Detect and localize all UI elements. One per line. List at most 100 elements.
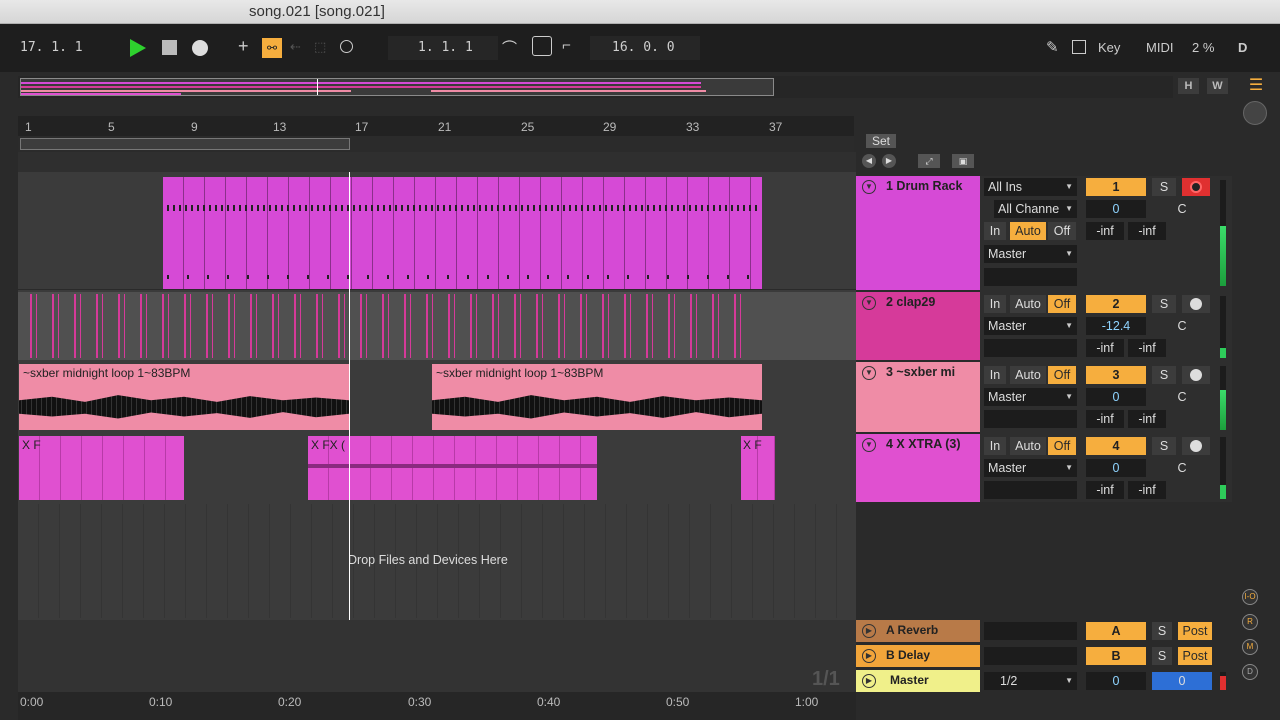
track-header[interactable]: ▼ 2 clap29 (856, 292, 980, 360)
track-header[interactable]: ▼ 3 ~sxber mi (856, 362, 980, 432)
volume-field[interactable]: -12.4 (1086, 317, 1146, 335)
audio-clip[interactable]: ~sxber midnight loop 1~83BPM (432, 364, 762, 430)
track-activator[interactable]: 2 (1086, 295, 1146, 313)
volume-field[interactable]: 0 (1086, 388, 1146, 406)
monitor-in-button[interactable]: In (984, 366, 1006, 384)
draw-mode-icon[interactable]: ✎ (1046, 38, 1059, 56)
output-channel-select[interactable] (984, 268, 1077, 286)
next-locator-icon[interactable]: ▶ (882, 154, 896, 168)
punch-in-icon[interactable]: ⌒ (502, 37, 517, 58)
audio-clip[interactable]: ~sxber midnight loop 1~83BPM (19, 364, 349, 430)
fold-icon[interactable]: ▼ (862, 296, 876, 310)
fold-icon[interactable]: ▶ (862, 674, 876, 688)
monitor-auto-button[interactable]: Auto (1010, 222, 1046, 240)
solo-button[interactable]: S (1152, 295, 1176, 313)
output-channel-select[interactable] (984, 339, 1077, 357)
return-activator[interactable]: B (1086, 647, 1146, 665)
return-track-header[interactable]: ▶ A Reverb (856, 620, 980, 642)
prev-locator-icon[interactable]: ◀ (862, 154, 876, 168)
monitor-auto-button[interactable]: Auto (1010, 295, 1046, 313)
follow-icon[interactable]: ⤢ (918, 154, 940, 168)
master-pan-field[interactable]: 0 (1152, 672, 1212, 690)
track-name[interactable]: B Delay (886, 648, 930, 662)
solo-button[interactable]: S (1152, 647, 1172, 665)
optimize-width-button[interactable]: W (1207, 78, 1228, 94)
lock-icon[interactable]: ▣ (952, 154, 974, 168)
fold-icon[interactable]: ▼ (862, 366, 876, 380)
output-select[interactable]: Master (984, 245, 1077, 263)
output-channel-select[interactable] (984, 481, 1077, 499)
record-icon[interactable] (192, 40, 208, 56)
capture-icon[interactable]: ⬚ (314, 39, 326, 55)
audio-clip-transients[interactable] (20, 294, 750, 358)
solo-button[interactable]: S (1152, 366, 1176, 384)
volume-field[interactable]: 0 (1086, 200, 1146, 218)
fold-icon[interactable]: ▶ (862, 624, 876, 638)
pan-field[interactable]: C (1152, 459, 1212, 477)
monitor-off-button[interactable]: Off (1048, 222, 1076, 240)
fold-icon[interactable]: ▼ (862, 438, 876, 452)
automation-arm-icon[interactable]: ⚯ (262, 38, 282, 58)
play-icon[interactable] (130, 39, 146, 57)
time-ruler[interactable]: 0:00 0:10 0:20 0:30 0:40 0:50 1:00 (18, 692, 856, 720)
track-name[interactable]: 1 Drum Rack (886, 179, 962, 193)
arm-button[interactable] (1182, 295, 1210, 313)
track-header[interactable]: ▼ 1 Drum Rack (856, 176, 980, 290)
track-header[interactable]: ▼ 4 X XTRA (3) (856, 434, 980, 502)
monitor-auto-button[interactable]: Auto (1010, 366, 1046, 384)
track-activator[interactable]: 3 (1086, 366, 1146, 384)
add-icon[interactable]: + (238, 36, 249, 57)
monitor-off-button[interactable]: Off (1048, 437, 1076, 455)
loop-bar[interactable] (18, 136, 854, 152)
scroll-toggle-icon[interactable] (1243, 101, 1267, 125)
key-map-button[interactable]: Key (1098, 40, 1120, 55)
set-locator-button[interactable]: Set (866, 134, 896, 148)
arm-button[interactable] (1182, 178, 1210, 196)
post-button[interactable]: Post (1178, 647, 1212, 665)
solo-button[interactable]: S (1152, 437, 1176, 455)
returns-toggle-icon[interactable]: R (1242, 614, 1258, 630)
optimize-height-button[interactable]: H (1178, 78, 1199, 94)
monitor-off-button[interactable]: Off (1048, 295, 1076, 313)
fold-icon[interactable]: ▼ (862, 180, 876, 194)
output-channel-select[interactable] (984, 410, 1077, 428)
output-select[interactable]: Master (984, 388, 1077, 406)
monitor-in-button[interactable]: In (984, 295, 1006, 313)
audio-clip[interactable]: X FX ( (308, 436, 597, 500)
audio-clip[interactable]: X F (19, 436, 184, 500)
scrub-area[interactable] (18, 152, 856, 172)
pan-field[interactable]: C (1152, 388, 1212, 406)
audio-clip[interactable]: X F (741, 436, 775, 500)
monitor-auto-button[interactable]: Auto (1010, 437, 1046, 455)
track-activator[interactable]: 1 (1086, 178, 1146, 196)
input-type-select[interactable]: All Ins (984, 178, 1077, 196)
loop-length[interactable]: 16. 0. 0 (612, 40, 675, 55)
mixer-toggle-icon[interactable]: M (1242, 639, 1258, 655)
master-track-header[interactable]: ▶ Master (856, 670, 980, 692)
return-activator[interactable]: A (1086, 622, 1146, 640)
computer-keyboard-icon[interactable] (1072, 40, 1086, 54)
track-name[interactable]: 4 X XTRA (3) (886, 437, 961, 451)
delay-toggle-icon[interactable]: D (1242, 664, 1258, 680)
track-activator[interactable]: 4 (1086, 437, 1146, 455)
beat-time-ruler[interactable]: 1 5 9 13 17 21 25 29 33 37 (18, 116, 854, 136)
track-name[interactable]: Master (890, 673, 929, 687)
master-volume-field[interactable]: 0 (1086, 672, 1146, 690)
output-select[interactable] (984, 622, 1077, 640)
solo-button[interactable]: S (1152, 178, 1176, 196)
volume-field[interactable]: 0 (1086, 459, 1146, 477)
arrangement-position[interactable]: 17. 1. 1 (20, 40, 83, 55)
punch-out-icon[interactable]: ⌐ (562, 37, 571, 54)
track-name[interactable]: 3 ~sxber mi (886, 365, 955, 379)
midi-clip[interactable] (163, 177, 762, 289)
monitor-in-button[interactable]: In (984, 222, 1006, 240)
pan-field[interactable]: C (1152, 200, 1212, 218)
session-record-icon[interactable] (340, 40, 353, 53)
arm-button[interactable] (1182, 437, 1210, 455)
input-channel-select[interactable]: All Channe (994, 200, 1077, 218)
solo-button[interactable]: S (1152, 622, 1172, 640)
fold-icon[interactable]: ▶ (862, 649, 876, 663)
loop-brace[interactable] (20, 138, 350, 150)
overview-viewport[interactable] (20, 78, 774, 96)
output-select[interactable]: Master (984, 459, 1077, 477)
